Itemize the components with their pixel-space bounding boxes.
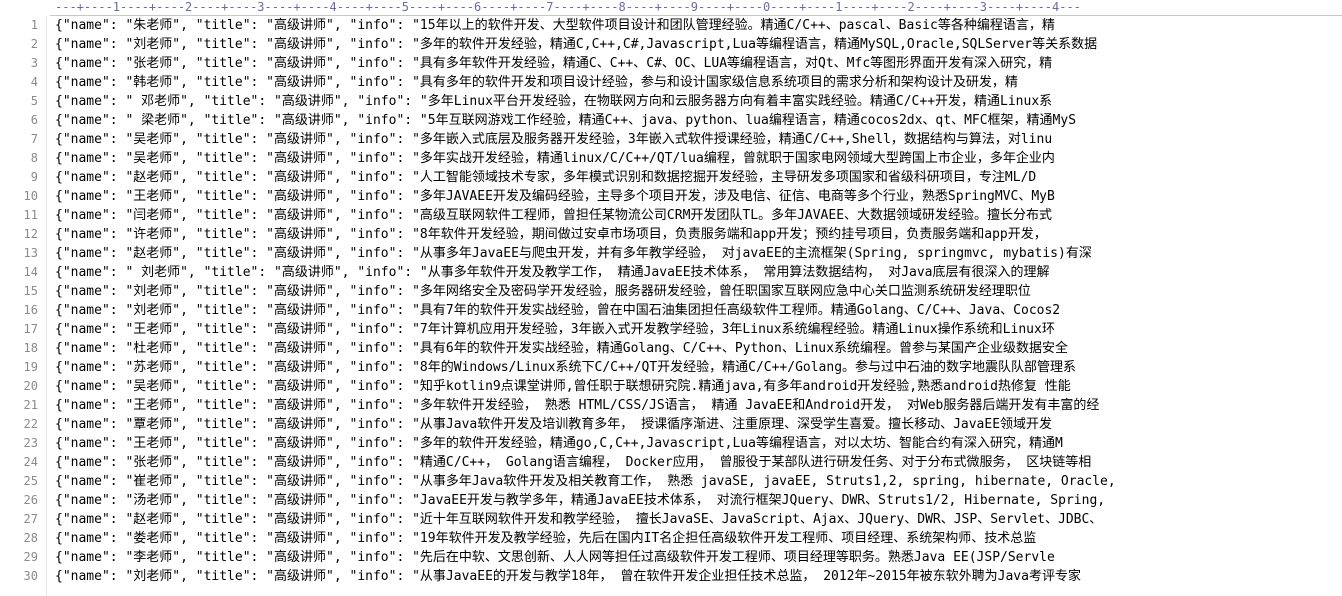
code-line[interactable]: {"name": "王老师", "title": "高级讲师", "info":… <box>55 320 1342 339</box>
line-number: 13 <box>23 246 38 260</box>
line-number: 23 <box>23 436 38 450</box>
line-number: 19 <box>23 360 38 374</box>
code-line[interactable]: {"name": "赵老师", "title": "高级讲师", "info":… <box>55 510 1342 529</box>
line-number: 1 <box>30 18 38 32</box>
code-line[interactable]: {"name": "吴老师", "title": "高级讲师", "info":… <box>55 130 1342 149</box>
code-area[interactable]: {"name": "朱老师", "title": "高级讲师", "info":… <box>55 16 1342 596</box>
line-number: 28 <box>23 531 38 545</box>
code-line[interactable]: {"name": "吴老师", "title": "高级讲师", "info":… <box>55 149 1342 168</box>
code-line[interactable]: {"name": "覃老师", "title": "高级讲师", "info":… <box>55 415 1342 434</box>
line-number: 12 <box>23 227 38 241</box>
code-line[interactable]: {"name": " 邓老师", "title": "高级讲师", "info"… <box>55 92 1342 111</box>
column-ruler: ---+----1----+----2----+----3----+----4-… <box>50 0 1342 16</box>
line-number: 20 <box>23 379 38 393</box>
ruler-text: ---+----1----+----2----+----3----+----4-… <box>55 0 1081 14</box>
code-line[interactable]: {"name": "刘老师", "title": "高级讲师", "info":… <box>55 35 1342 54</box>
gutter-separator <box>46 16 47 596</box>
code-line[interactable]: {"name": "李老师", "title": "高级讲师", "info":… <box>55 548 1342 567</box>
line-number: 30 <box>23 569 38 583</box>
line-number: 18 <box>23 341 38 355</box>
text-editor[interactable]: ---+----1----+----2----+----3----+----4-… <box>0 0 1342 596</box>
vertical-scrollbar[interactable] <box>1334 16 1342 596</box>
code-line[interactable]: {"name": "闫老师", "title": "高级讲师", "info":… <box>55 206 1342 225</box>
line-number: 16 <box>23 303 38 317</box>
line-number: 3 <box>30 56 38 70</box>
line-number: 4 <box>30 75 38 89</box>
line-number: 22 <box>23 417 38 431</box>
line-number: 26 <box>23 493 38 507</box>
code-line[interactable]: {"name": "娄老师", "title": "高级讲师", "info":… <box>55 529 1342 548</box>
code-line[interactable]: {"name": "张老师", "title": "高级讲师", "info":… <box>55 54 1342 73</box>
line-number: 15 <box>23 284 38 298</box>
code-line[interactable]: {"name": "崔老师", "title": "高级讲师", "info":… <box>55 472 1342 491</box>
line-number: 25 <box>23 474 38 488</box>
code-line[interactable]: {"name": " 刘老师", "title": "高级讲师", "info"… <box>55 263 1342 282</box>
line-number: 24 <box>23 455 38 469</box>
line-number: 14 <box>23 265 38 279</box>
line-number: 5 <box>30 94 38 108</box>
code-line[interactable]: {"name": "刘老师", "title": "高级讲师", "info":… <box>55 282 1342 301</box>
code-line[interactable]: {"name": "韩老师", "title": "高级讲师", "info":… <box>55 73 1342 92</box>
ruler-corner <box>0 0 50 15</box>
line-number: 11 <box>23 208 38 222</box>
line-number: 6 <box>30 113 38 127</box>
code-line[interactable]: {"name": "朱老师", "title": "高级讲师", "info":… <box>55 16 1342 35</box>
line-number: 8 <box>30 151 38 165</box>
code-line[interactable]: {"name": "王老师", "title": "高级讲师", "info":… <box>55 434 1342 453</box>
line-number: 2 <box>30 37 38 51</box>
line-number: 21 <box>23 398 38 412</box>
line-number: 17 <box>23 322 38 336</box>
line-number: 9 <box>30 170 38 184</box>
code-line[interactable]: {"name": "汤老师", "title": "高级讲师", "info":… <box>55 491 1342 510</box>
code-line[interactable]: {"name": "杜老师", "title": "高级讲师", "info":… <box>55 339 1342 358</box>
line-number: 7 <box>30 132 38 146</box>
code-line[interactable]: {"name": "赵老师", "title": "高级讲师", "info":… <box>55 168 1342 187</box>
line-number-gutter: 1 2 3 4 5 6 7 8 9 10 11 12 13 14 15 16 17 18 19 20 21 22 23 24 2… <box>0 16 44 596</box>
code-line[interactable]: {"name": "吴老师", "title": "高级讲师", "info":… <box>55 377 1342 396</box>
code-line[interactable]: {"name": "王老师", "title": "高级讲师", "info":… <box>55 187 1342 206</box>
line-number: 10 <box>23 189 38 203</box>
code-line[interactable]: {"name": "赵老师", "title": "高级讲师", "info":… <box>55 244 1342 263</box>
code-line[interactable]: {"name": "许老师", "title": "高级讲师", "info":… <box>55 225 1342 244</box>
line-number: 29 <box>23 550 38 564</box>
code-line[interactable]: {"name": "刘老师", "title": "高级讲师", "info":… <box>55 301 1342 320</box>
line-number: 27 <box>23 512 38 526</box>
code-line[interactable]: {"name": "刘老师", "title": "高级讲师", "info":… <box>55 567 1342 586</box>
code-line[interactable]: {"name": " 梁老师", "title": "高级讲师", "info"… <box>55 111 1342 130</box>
code-line[interactable]: {"name": "苏老师", "title": "高级讲师", "info":… <box>55 358 1342 377</box>
code-line[interactable]: {"name": "王老师", "title": "高级讲师", "info":… <box>55 396 1342 415</box>
code-line[interactable]: {"name": "张老师", "title": "高级讲师", "info":… <box>55 453 1342 472</box>
